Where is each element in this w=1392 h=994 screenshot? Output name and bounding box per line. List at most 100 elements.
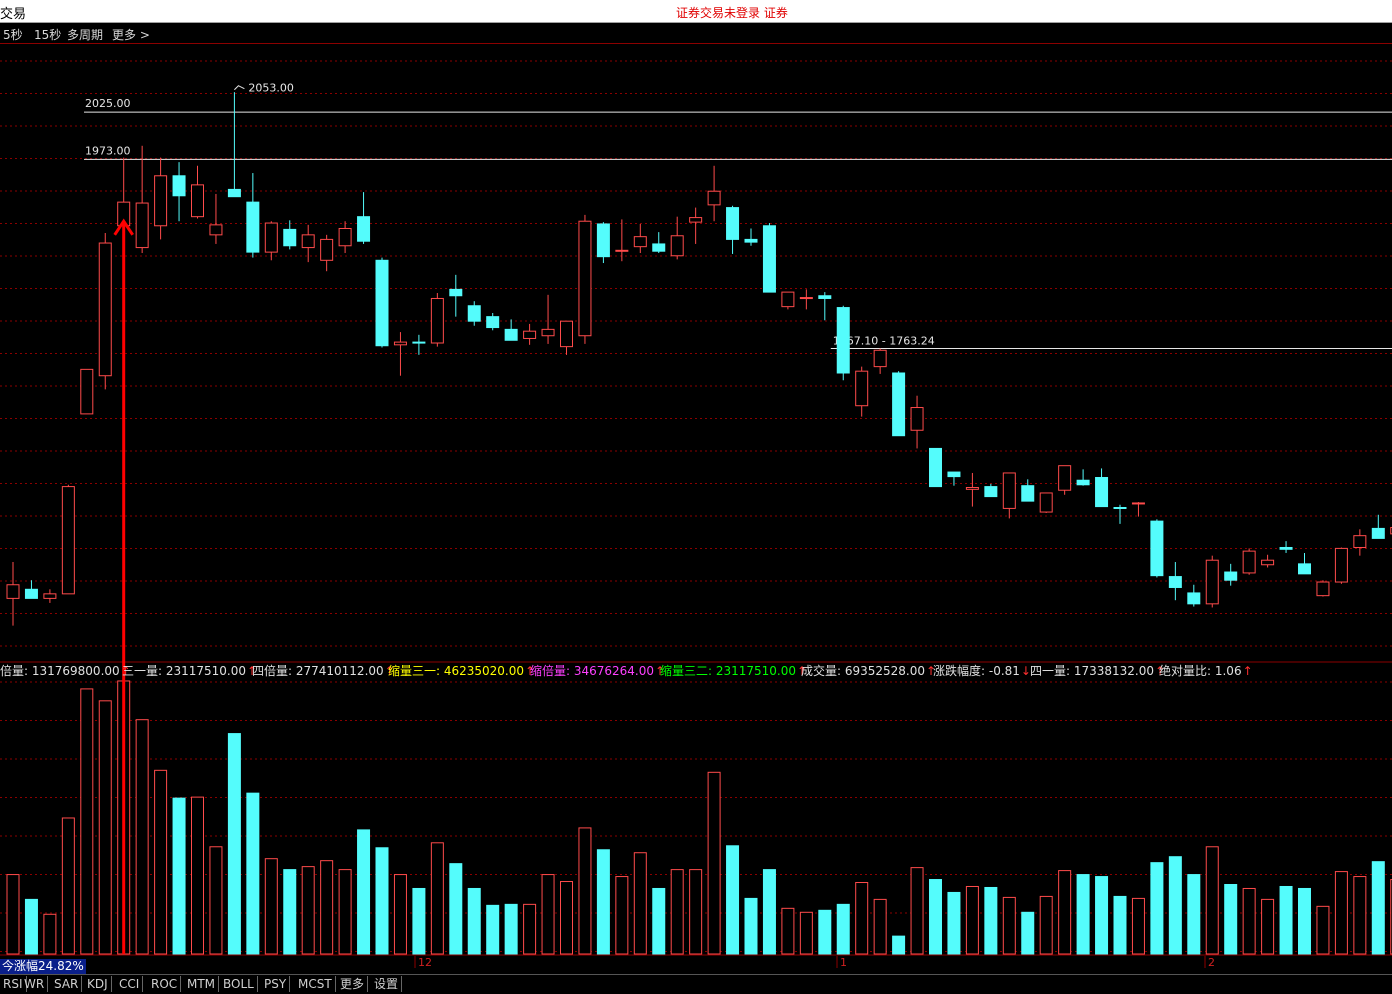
candle bbox=[929, 447, 942, 488]
candle-body bbox=[357, 216, 371, 242]
period-tab-5s[interactable]: 5秒 bbox=[3, 26, 23, 43]
indicator-tab-设置[interactable]: 设置 bbox=[371, 976, 403, 992]
candle bbox=[1334, 547, 1348, 584]
change-percent-label: 今涨幅24.82% bbox=[0, 959, 86, 974]
volume-bar bbox=[191, 796, 204, 955]
volume-bar bbox=[1039, 895, 1053, 955]
indicator-tab-boll[interactable]: BOLL bbox=[220, 976, 258, 992]
candle-body bbox=[61, 486, 75, 595]
app-title: 交易 bbox=[0, 7, 27, 22]
indicator-tab-mcst[interactable]: MCST bbox=[295, 976, 336, 992]
volume-bar bbox=[449, 863, 463, 955]
candle-body bbox=[615, 249, 629, 252]
volume-bar bbox=[1131, 897, 1145, 955]
candle bbox=[1095, 468, 1109, 508]
indicator-tab-sar[interactable]: SAR bbox=[51, 976, 83, 992]
candle bbox=[1168, 562, 1182, 601]
candle-body bbox=[227, 188, 241, 198]
period-tab-more[interactable]: 更多 > bbox=[112, 26, 150, 43]
candle bbox=[486, 313, 500, 331]
candle-body bbox=[154, 175, 168, 227]
candle-body bbox=[1298, 563, 1311, 575]
volume-bar bbox=[541, 874, 555, 955]
candle bbox=[910, 395, 924, 449]
candle-body bbox=[320, 238, 334, 261]
period-toolbar: 5秒 15秒 多周期 更多 > bbox=[0, 23, 1392, 44]
volume-bar bbox=[910, 867, 924, 955]
indicator-value: 缩量三二: 23117510.00 bbox=[660, 663, 796, 678]
indicator-tab-roc[interactable]: ROC bbox=[148, 976, 182, 992]
candle-body bbox=[43, 593, 57, 599]
candlestick-series[interactable] bbox=[6, 92, 1392, 626]
date-axis: 12 1 2 bbox=[414, 956, 1215, 969]
candle-body bbox=[486, 316, 500, 329]
candle-body bbox=[301, 234, 315, 249]
candle bbox=[836, 305, 850, 381]
login-status[interactable]: 证券交易未登录 证券 bbox=[676, 4, 788, 21]
candle-body bbox=[1058, 465, 1072, 491]
candle-body bbox=[836, 307, 850, 374]
chart-area[interactable]: 2025.001973.002053.001767.10 - 1763.24 倍… bbox=[0, 44, 1392, 974]
candle bbox=[264, 221, 278, 261]
candle-body bbox=[1002, 472, 1016, 509]
price-label-high: 2053.00 bbox=[248, 82, 294, 95]
candle bbox=[227, 92, 241, 198]
candle-body bbox=[744, 238, 758, 243]
candle-body bbox=[246, 201, 260, 253]
candle bbox=[892, 371, 906, 437]
indicator-tab-更多[interactable]: 更多 bbox=[337, 976, 369, 992]
indicator-tab-cci[interactable]: CCI bbox=[116, 976, 144, 992]
indicator-value: 缩倍量: 34676264.00 bbox=[530, 663, 654, 678]
candle-body bbox=[873, 349, 887, 368]
candle-body bbox=[1279, 546, 1293, 550]
candle-body bbox=[652, 243, 666, 252]
volume-bar bbox=[1279, 885, 1293, 955]
candle-body bbox=[1095, 477, 1109, 508]
volume-bar bbox=[1353, 876, 1367, 955]
candle bbox=[1371, 514, 1385, 539]
volume-bar bbox=[1168, 856, 1182, 955]
volume-bar bbox=[1076, 874, 1090, 955]
volume-bar bbox=[43, 913, 57, 955]
volume-bar bbox=[467, 887, 481, 955]
volume-series[interactable] bbox=[6, 680, 1392, 955]
indicator-tab-kdj[interactable]: KDJ bbox=[84, 976, 112, 992]
candle bbox=[781, 291, 795, 310]
candle bbox=[947, 471, 961, 486]
candle-body bbox=[1168, 576, 1182, 588]
period-tab-multi[interactable]: 多周期 bbox=[67, 26, 103, 43]
volume-bar bbox=[24, 898, 38, 955]
candle bbox=[1002, 472, 1016, 519]
volume-bar bbox=[154, 769, 168, 955]
volume-bar bbox=[892, 935, 906, 955]
candle bbox=[615, 219, 629, 262]
candle bbox=[855, 366, 869, 417]
candle-body bbox=[1131, 502, 1145, 505]
volume-bar bbox=[1371, 861, 1385, 955]
candle bbox=[965, 472, 979, 507]
volume-bar bbox=[393, 874, 407, 955]
candle-body bbox=[965, 487, 979, 490]
volume-bar bbox=[799, 911, 813, 955]
candle-body bbox=[1334, 547, 1348, 583]
candle bbox=[1242, 548, 1256, 575]
indicator-tab-mtm[interactable]: MTM bbox=[184, 976, 220, 992]
volume-bar bbox=[707, 771, 721, 955]
volume-bar bbox=[264, 858, 278, 955]
candle-body bbox=[1371, 527, 1385, 539]
candle bbox=[596, 222, 610, 264]
indicator-value: 成交量: 69352528.00 bbox=[801, 663, 925, 678]
candle-body bbox=[1224, 571, 1238, 581]
volume-bar bbox=[412, 887, 426, 955]
volume-bar bbox=[6, 874, 20, 955]
indicator-tab-psy[interactable]: PSY bbox=[261, 976, 291, 992]
candle bbox=[541, 294, 555, 344]
candle bbox=[1058, 465, 1072, 495]
candle bbox=[375, 257, 389, 348]
candle bbox=[560, 320, 573, 355]
volume-bar bbox=[781, 907, 795, 955]
candle bbox=[1353, 529, 1367, 556]
indicator-tab-wr[interactable]: WR bbox=[21, 976, 49, 992]
period-tab-15s[interactable]: 15秒 bbox=[34, 26, 61, 43]
candle-body bbox=[818, 295, 832, 299]
